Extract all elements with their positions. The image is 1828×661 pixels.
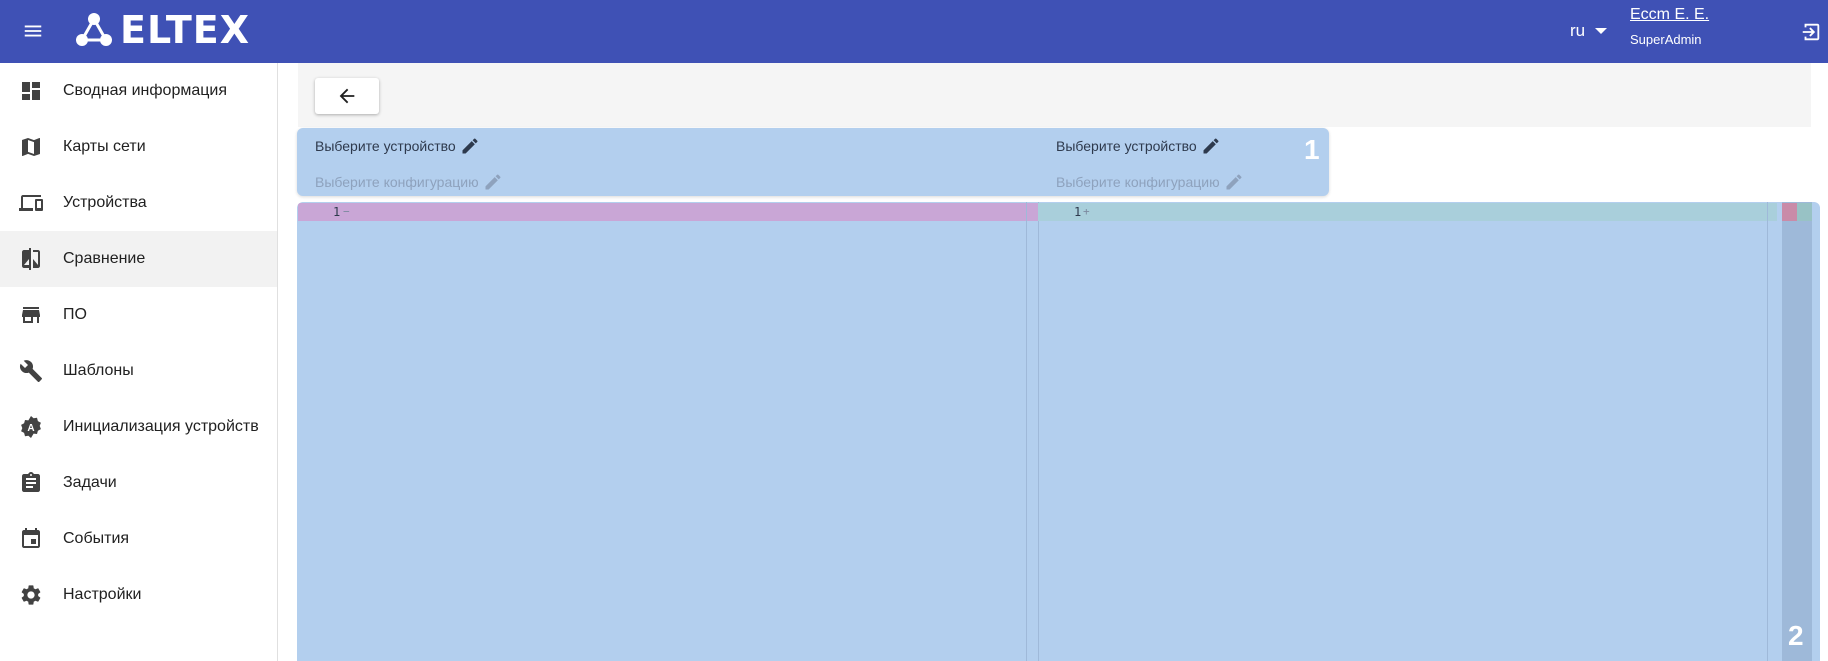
clipboard-icon [22,472,40,492]
right-device-label: Выберите устройство [1056,138,1197,154]
arrow-left-icon [339,88,355,104]
sidebar-item-label: Настройки [63,586,142,603]
device-selector-panel: Выберите устройство Выберите конфигураци… [297,128,1329,196]
selector-badge: 1 [1304,134,1320,165]
wrench-icon [19,360,42,382]
compare-icon [22,248,40,270]
pencil-icon[interactable] [460,136,480,156]
removed-line [298,203,1041,221]
right-scroll-divider [1767,202,1768,661]
user-info: Eccm E. E. SuperAdmin [1630,6,1709,47]
sidebar-item-label: Карты сети [63,138,146,155]
left-device-selector[interactable]: Выберите устройство [315,136,480,156]
gear-icon [21,585,41,605]
sidebar-item-devices[interactable]: Устройства [0,175,277,231]
language-select[interactable]: ru [1570,21,1608,41]
sidebar-item-software[interactable]: ПО [0,287,277,343]
language-value: ru [1570,21,1586,40]
sidebar-item-label: ПО [63,306,87,323]
sidebar-item-label: Сводная информация [63,82,227,99]
added-line [1038,203,1777,221]
store-icon [22,307,40,323]
toolbar [298,63,1811,127]
sidebar-item-network-maps[interactable]: Карты сети [0,119,277,175]
sidebar-nav: Сводная информация Карты сети Устройства… [0,63,278,661]
sidebar-item-label: События [63,530,130,547]
sidebar-item-label: Сравнение [63,250,146,267]
auto-badge-icon: A [21,416,41,438]
brand-name: ELTEX [120,8,251,52]
removed-marker: − [343,205,350,218]
editor-divider[interactable] [1038,202,1039,661]
menu-icon[interactable] [22,20,44,42]
dashboard-icon [22,82,40,100]
diff-editor[interactable]: 1 − 1 + 2 [297,202,1820,661]
calendar-icon [22,528,40,548]
diff-badge: 2 [1788,620,1804,651]
sidebar-item-label: Задачи [63,474,117,491]
sidebar-item-label: Инициализация устройств [63,418,259,435]
sidebar-item-tasks[interactable]: Задачи [0,455,277,511]
eltex-logo-mark-icon [76,13,112,46]
svg-text:A: A [27,423,34,434]
left-config-selector[interactable]: Выберите конфигурацию [315,172,503,192]
right-config-selector[interactable]: Выберите конфигурацию [1056,172,1244,192]
sidebar-item-events[interactable]: События [0,511,277,567]
map-icon [22,138,40,156]
logout-icon[interactable] [1800,21,1822,43]
diff-overview-ruler[interactable] [1782,202,1812,661]
sidebar-item-settings[interactable]: Настройки [0,567,277,623]
right-line-number: 1 [1074,205,1082,219]
left-config-label: Выберите конфигурацию [315,174,479,190]
sidebar-item-label: Устройства [63,194,147,211]
left-device-label: Выберите устройство [315,138,456,154]
sidebar-item-templates[interactable]: Шаблоны [0,343,277,399]
left-line-number: 1 [333,205,341,219]
right-config-label: Выберите конфигурацию [1056,174,1220,190]
sidebar-item-dashboard[interactable]: Сводная информация [0,63,277,119]
pencil-icon[interactable] [1201,136,1221,156]
overview-removed-mark [1782,203,1797,221]
sidebar-item-label: Шаблоны [63,362,134,379]
sidebar-item-compare[interactable]: Сравнение [0,231,277,287]
eltex-logo: ELTEX [74,10,250,50]
user-name-link[interactable]: Eccm E. E. [1630,6,1709,24]
sidebar-item-device-init[interactable]: A Инициализация устройств [0,399,277,455]
added-marker: + [1083,205,1090,218]
pencil-icon[interactable] [483,172,503,192]
caret-down-icon [1595,28,1608,34]
back-button[interactable] [315,78,379,114]
overview-added-mark [1797,203,1812,221]
user-role: SuperAdmin [1630,32,1702,47]
right-device-selector[interactable]: Выберите устройство [1056,136,1221,156]
left-scroll-divider [1026,202,1027,661]
pencil-icon[interactable] [1224,172,1244,192]
devices-icon [19,195,43,211]
app-header: ELTEX ru Eccm E. E. SuperAdmin [0,0,1828,63]
